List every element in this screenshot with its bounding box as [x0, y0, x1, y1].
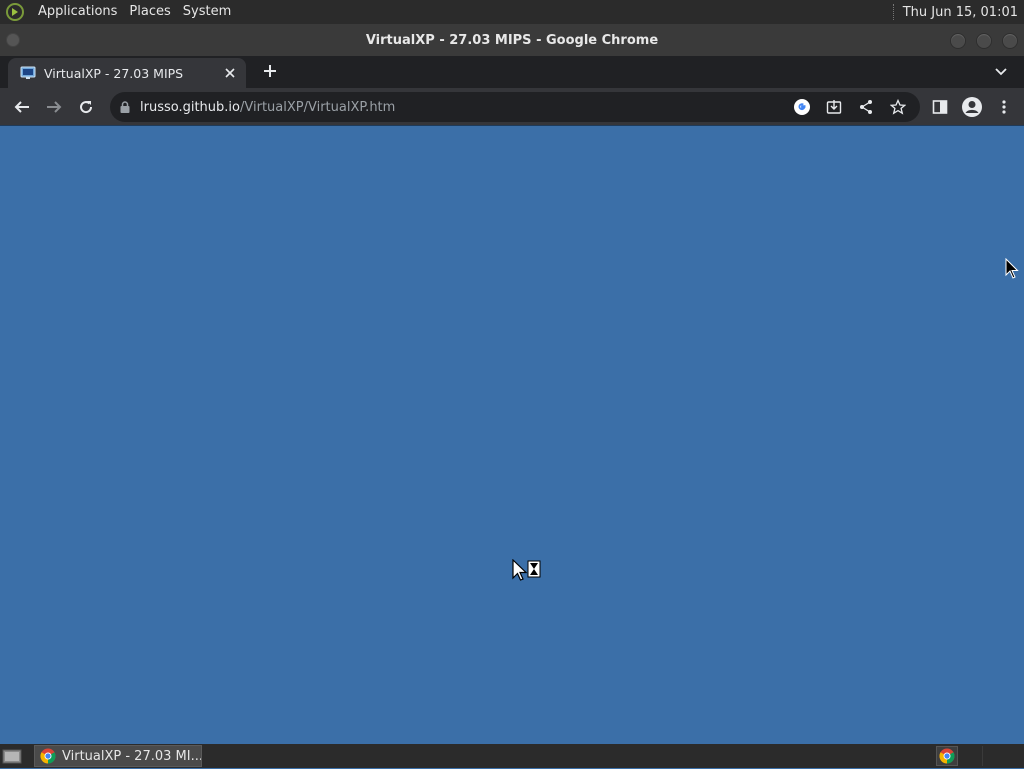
virtualxp-page[interactable] [0, 126, 1024, 744]
chevron-down-icon[interactable] [990, 61, 1012, 83]
places-menu[interactable]: Places [123, 0, 176, 24]
panel-separator [892, 4, 895, 20]
maximize-button[interactable] [976, 33, 992, 49]
install-app-icon[interactable] [818, 92, 850, 122]
profile-avatar-icon[interactable] [956, 91, 988, 123]
distro-logo-icon[interactable] [4, 1, 26, 23]
taskbar-item-label: VirtualXP - 27.03 MI... [62, 748, 201, 764]
applications-menu[interactable]: Applications [32, 0, 123, 24]
bookmark-star-icon[interactable] [882, 92, 914, 122]
url-path: /VirtualXP/VirtualXP.htm [240, 99, 396, 115]
window-menu-button[interactable] [6, 33, 20, 47]
more-menu-icon[interactable] [988, 91, 1020, 123]
system-menu[interactable]: System [177, 0, 237, 24]
tab-close-icon[interactable] [220, 63, 240, 83]
panel-menu-bar: Applications Places System [0, 0, 237, 24]
tab-title: VirtualXP - 27.03 MIPS [44, 65, 184, 81]
toolbar-right [924, 90, 1020, 123]
monitor-icon [20, 65, 36, 81]
panel-right: Thu Jun 15, 01:01 [892, 0, 1024, 24]
share-icon[interactable] [850, 92, 882, 122]
mouse-pointer-icon [1005, 257, 1019, 284]
window-title: VirtualXP - 27.03 MIPS - Google Chrome [365, 32, 659, 48]
tray-separator [982, 746, 1002, 766]
chrome-icon [40, 748, 56, 764]
side-panel-icon[interactable] [924, 91, 956, 123]
url-text[interactable]: lrusso.github.io/VirtualXP/VirtualXP.htm [140, 100, 395, 115]
window-titlebar[interactable]: VirtualXP - 27.03 MIPS - Google Chrome [0, 24, 1024, 56]
omnibox-actions [786, 92, 914, 122]
show-desktop-icon[interactable] [2, 747, 22, 765]
busy-cursor-icon [512, 558, 542, 587]
lock-icon[interactable] [118, 99, 132, 115]
minimize-button[interactable] [950, 33, 966, 49]
tab-strip: VirtualXP - 27.03 MIPS [0, 56, 1024, 88]
tab-virtualxp[interactable]: VirtualXP - 27.03 MIPS [8, 58, 246, 88]
url-host: lrusso.github.io [140, 99, 240, 115]
reload-icon[interactable] [70, 91, 102, 123]
browser-toolbar: lrusso.github.io/VirtualXP/VirtualXP.htm [0, 88, 1024, 125]
back-arrow-icon[interactable] [6, 91, 38, 123]
taskbar-item-chrome[interactable]: VirtualXP - 27.03 MI... [34, 745, 202, 767]
top-panel: Applications Places System Thu Jun 15, 0… [0, 0, 1024, 24]
tray-chrome-icon[interactable] [936, 746, 958, 766]
new-tab-icon[interactable] [258, 59, 282, 83]
address-bar[interactable]: lrusso.github.io/VirtualXP/VirtualXP.htm [110, 92, 920, 122]
google-lens-icon[interactable] [786, 92, 818, 122]
forward-arrow-icon[interactable] [38, 91, 70, 123]
bottom-taskbar: VirtualXP - 27.03 MI... [0, 744, 1024, 768]
close-window-button[interactable] [1002, 33, 1018, 49]
panel-clock[interactable]: Thu Jun 15, 01:01 [903, 5, 1024, 20]
